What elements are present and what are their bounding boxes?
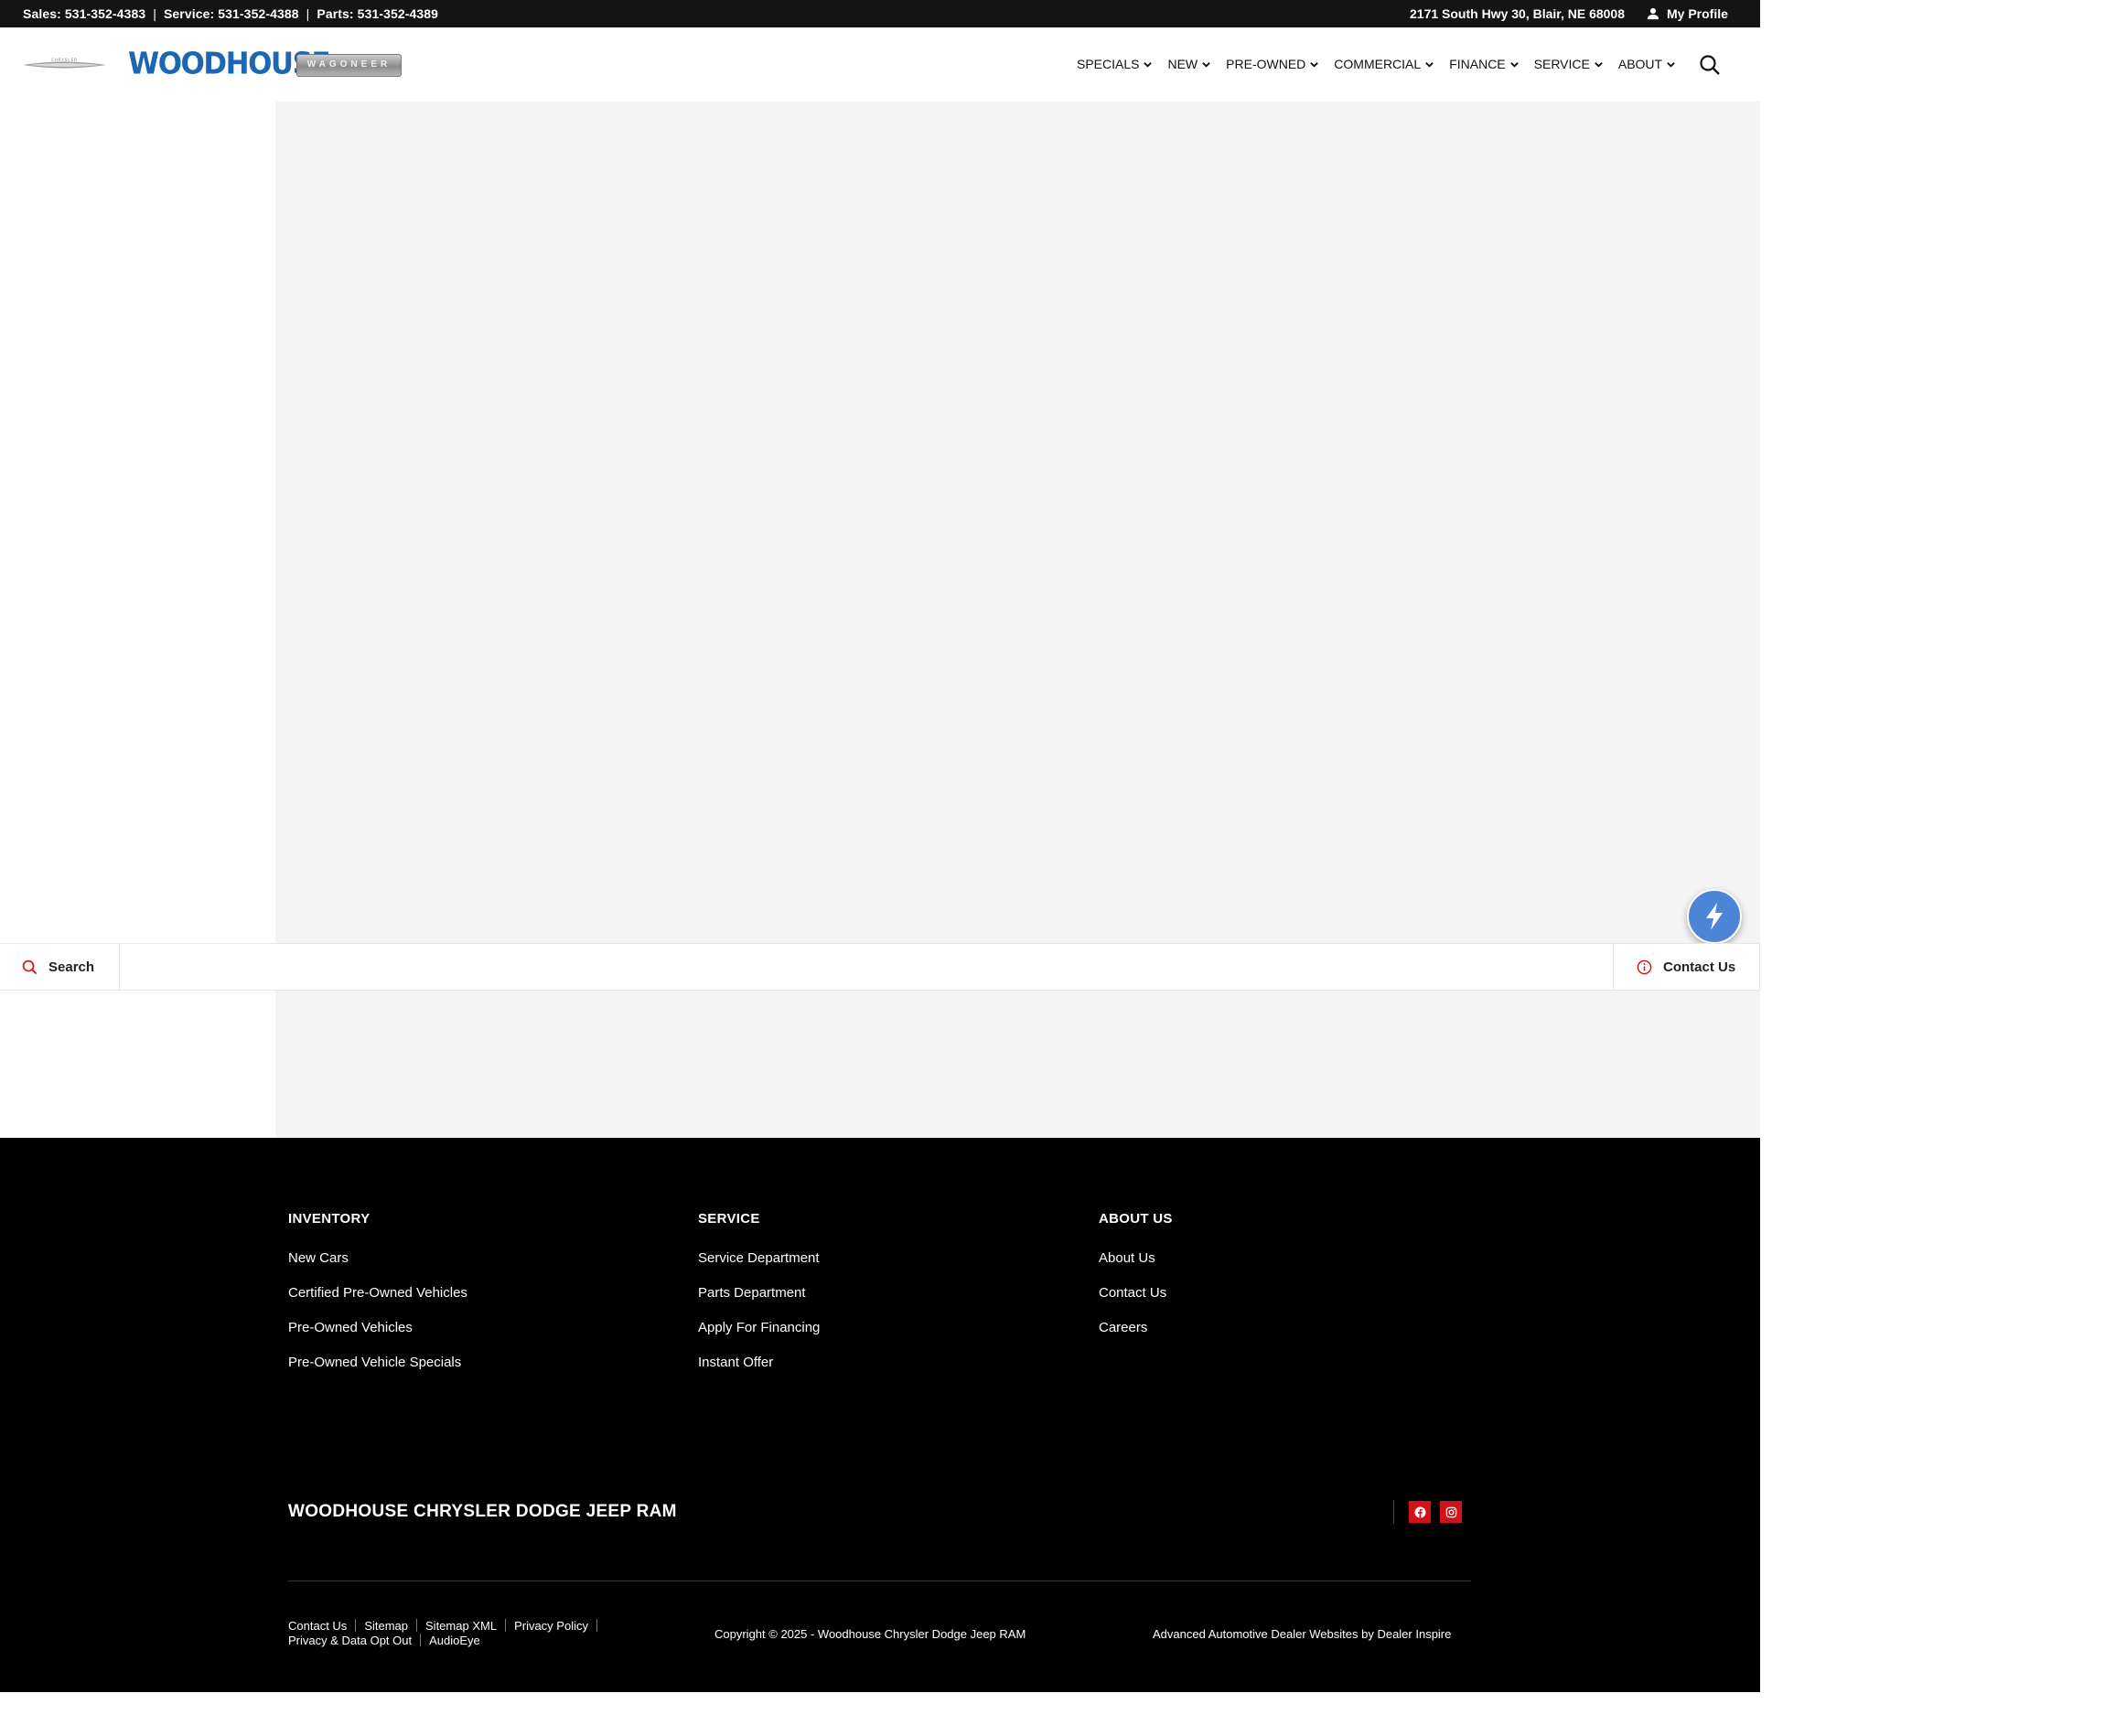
service-phone-link[interactable]: Service: 531-352-4388 [164,6,299,21]
chevron-down-icon [1509,61,1519,68]
site-header: CHRYSLER WOODHOUSE WAGONEER SPECIALS NEW… [0,27,1760,102]
footer-link[interactable]: About Us [1099,1250,1173,1266]
nav-item-new[interactable]: NEW [1167,57,1211,71]
info-icon [1637,959,1652,974]
search-icon[interactable] [1699,54,1721,76]
footer-link[interactable]: Certified Pre-Owned Vehicles [288,1285,467,1301]
quick-action-button[interactable] [1687,889,1742,944]
phone-separator: | [306,6,310,21]
contact-us-button[interactable]: Contact Us [1613,944,1760,990]
site-footer: INVENTORY New Cars Certified Pre-Owned V… [0,1138,1760,1692]
footer-link[interactable]: Parts Department [698,1285,820,1301]
chevron-down-icon [1144,61,1153,68]
chrysler-logo[interactable]: CHRYSLER [23,57,106,73]
nav-label: FINANCE [1449,57,1506,71]
nav-item-specials[interactable]: SPECIALS [1077,57,1153,71]
contact-us-label: Contact Us [1663,959,1736,975]
nav-label: ABOUT [1617,57,1663,71]
search-icon [22,959,38,974]
legal-link-contact[interactable]: Contact Us [288,1619,347,1633]
lightning-bolt-icon [1706,903,1723,930]
footer-link[interactable]: Pre-Owned Vehicles [288,1320,467,1335]
user-icon [1647,7,1659,20]
link-separator [596,1619,597,1632]
main-nav: SPECIALS NEW PRE-OWNED COMMERCIAL FINANC… [1077,57,1691,71]
dealer-address-link[interactable]: 2171 South Hwy 30, Blair, NE 68008 [1410,6,1625,21]
phone-separator: | [153,6,156,21]
legal-link-audioeye[interactable]: AudioEye [429,1634,480,1647]
page: Sales: 531-352-4383 | Service: 531-352-4… [0,0,2105,1736]
social-links [1393,1500,1462,1524]
legal-link-opt-out[interactable]: Privacy & Data Opt Out [288,1634,412,1647]
link-separator [355,1619,357,1632]
social-divider [1393,1500,1394,1524]
footer-heading: INVENTORY [288,1211,371,1227]
chevron-down-icon [1667,61,1675,68]
chrysler-logo-text: CHRYSLER [51,58,78,62]
footer-heading: SERVICE [698,1211,760,1227]
footer-link[interactable]: Contact Us [1099,1285,1173,1301]
facebook-icon [1413,1506,1426,1518]
footer-link[interactable]: Instant Offer [698,1355,820,1370]
footer-copyright: Copyright © 2025 - Woodhouse Chrysler Do… [714,1627,1026,1641]
footer-link[interactable]: Careers [1099,1320,1173,1335]
legal-link-sitemap[interactable]: Sitemap [364,1619,408,1633]
link-separator [416,1619,418,1632]
footer-legal-links: Contact Us Sitemap Sitemap XML Privacy Poli… [288,1619,636,1648]
nav-label: SERVICE [1533,57,1590,71]
instagram-button[interactable] [1440,1501,1462,1523]
nav-label: SPECIALS [1077,57,1140,71]
phone-numbers: Sales: 531-352-4383 | Service: 531-352-4… [23,6,438,21]
footer-credit-link[interactable]: Advanced Automotive Dealer Websites by D… [1153,1627,1451,1641]
footer-column-inventory: INVENTORY New Cars Certified Pre-Owned V… [288,1211,467,1389]
footer-link[interactable]: Apply For Financing [698,1320,820,1335]
facebook-button[interactable] [1409,1501,1431,1523]
search-button[interactable]: Search [0,944,120,990]
search-button-label: Search [48,959,95,975]
footer-dealer-name: WOODHOUSE CHRYSLER DODGE JEEP RAM [288,1502,677,1521]
parts-phone-link[interactable]: Parts: 531-352-4389 [317,6,438,21]
sticky-action-bar: Search Contact Us [0,943,1760,991]
top-utility-bar: Sales: 531-352-4383 | Service: 531-352-4… [0,0,1760,27]
my-profile-label: My Profile [1667,6,1728,21]
sales-phone-link[interactable]: Sales: 531-352-4383 [23,6,145,21]
chevron-down-icon [1425,61,1434,68]
wagoneer-logo[interactable]: WAGONEER [296,54,402,77]
footer-link[interactable]: Service Department [698,1250,820,1266]
footer-column-about: ABOUT US About Us Contact Us Careers [1099,1211,1173,1355]
footer-link[interactable]: Pre-Owned Vehicle Specials [288,1355,467,1370]
chevron-down-icon [1595,61,1603,68]
nav-label: PRE-OWNED [1226,57,1306,71]
legal-link-sitemap-xml[interactable]: Sitemap XML [425,1619,497,1633]
footer-heading: ABOUT US [1099,1211,1173,1227]
nav-item-commercial[interactable]: COMMERCIAL [1334,57,1434,71]
nav-item-finance[interactable]: FINANCE [1449,57,1519,71]
footer-link[interactable]: New Cars [288,1250,467,1266]
link-separator [420,1634,422,1646]
my-profile-button[interactable]: My Profile [1647,6,1728,21]
link-separator [505,1619,507,1632]
chevron-down-icon [1202,61,1210,68]
instagram-icon [1445,1506,1456,1517]
nav-item-service[interactable]: SERVICE [1534,57,1604,71]
chevron-down-icon [1310,61,1319,68]
footer-column-service: SERVICE Service Department Parts Departm… [698,1211,820,1389]
nav-label: COMMERCIAL [1334,57,1422,71]
nav-item-pre-owned[interactable]: PRE-OWNED [1226,57,1319,71]
nav-label: NEW [1167,57,1198,71]
legal-link-privacy[interactable]: Privacy Policy [514,1619,588,1633]
nav-item-about[interactable]: ABOUT [1618,57,1676,71]
